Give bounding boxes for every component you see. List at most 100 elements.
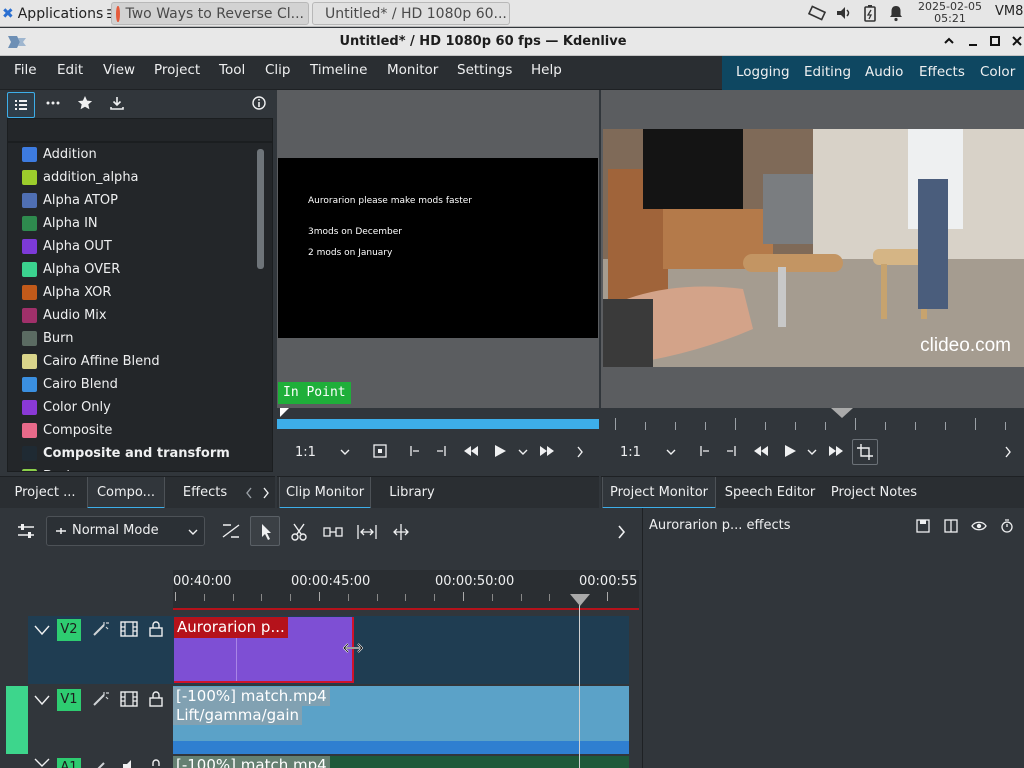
- timeline-playhead-line[interactable]: [579, 594, 580, 768]
- layout-editing[interactable]: Editing: [804, 56, 851, 90]
- playhead-marker[interactable]: [831, 408, 853, 418]
- tab-clip-monitor[interactable]: Clip Monitor: [279, 477, 371, 509]
- tab-library[interactable]: Library: [377, 477, 447, 509]
- selection-tool-button[interactable]: [250, 516, 280, 546]
- chevron-down-icon[interactable]: [339, 446, 351, 458]
- tab-speech-editor[interactable]: Speech Editor: [721, 477, 819, 509]
- multitrack-icon[interactable]: [220, 521, 242, 541]
- timeline-playhead-handle[interactable]: [570, 594, 590, 606]
- composition-item[interactable]: Cairo Affine Blend: [8, 350, 272, 373]
- project-zoom-select[interactable]: 1:1: [620, 445, 641, 460]
- menu-view[interactable]: View: [103, 56, 135, 90]
- track-label-v1[interactable]: V1: [57, 689, 81, 711]
- lock-track-icon[interactable]: [148, 758, 164, 768]
- edit-mode-crop-button[interactable]: [852, 439, 878, 465]
- menu-help[interactable]: Help: [531, 56, 562, 90]
- lock-track-icon[interactable]: [148, 690, 164, 708]
- tab-compositions[interactable]: Compo...: [87, 477, 165, 509]
- effects-wand-icon[interactable]: [91, 758, 109, 768]
- menu-timeline[interactable]: Timeline: [310, 56, 367, 90]
- set-in-point-icon[interactable]: [697, 444, 711, 458]
- menu-settings[interactable]: Settings: [457, 56, 512, 90]
- composition-search-input[interactable]: [7, 118, 273, 142]
- play-options-chevron-icon[interactable]: [517, 446, 529, 458]
- save-effect-stack-icon[interactable]: [916, 519, 930, 533]
- ripple-tool-icon[interactable]: [356, 522, 378, 542]
- menu-clip[interactable]: Clip: [265, 56, 291, 90]
- composition-item[interactable]: Composite: [8, 419, 272, 442]
- clip-monitor-viewport[interactable]: Aurorarion please make mods faster 3mods…: [277, 90, 599, 408]
- composition-item[interactable]: Addition: [8, 143, 272, 166]
- tab-project-bin[interactable]: Project ...: [6, 477, 84, 509]
- network-icon[interactable]: [808, 4, 826, 22]
- battery-icon[interactable]: [862, 4, 878, 22]
- volume-icon[interactable]: [835, 4, 853, 22]
- list-view-button[interactable]: [7, 92, 35, 118]
- rewind-icon[interactable]: [753, 444, 769, 458]
- clip-a1-match[interactable]: [-100%] match.mp4: [173, 756, 629, 768]
- fast-forward-icon[interactable]: [828, 444, 844, 458]
- composition-item[interactable]: Color Only: [8, 396, 272, 419]
- layout-effects[interactable]: Effects: [919, 56, 965, 90]
- more-chevron-right-icon[interactable]: [575, 445, 585, 459]
- composition-item[interactable]: Alpha ATOP: [8, 189, 272, 212]
- menu-tool[interactable]: Tool: [219, 56, 245, 90]
- menu-file[interactable]: File: [14, 56, 37, 90]
- set-out-point-icon[interactable]: [435, 444, 449, 458]
- tab-effects[interactable]: Effects: [172, 477, 238, 509]
- clip-zoom-select[interactable]: 1:1: [295, 445, 316, 460]
- collapse-track-icon[interactable]: [34, 758, 50, 768]
- target-track-indicator[interactable]: [6, 686, 28, 754]
- composition-item[interactable]: Cairo Blend: [8, 373, 272, 396]
- more-options-icon[interactable]: [44, 96, 62, 110]
- applications-menu[interactable]: ✖ Applications ☰: [2, 2, 112, 25]
- taskbar-tab-kdenlive[interactable]: Untitled* / HD 1080p 60...: [312, 2, 510, 25]
- download-icon[interactable]: [109, 95, 125, 111]
- rewind-icon[interactable]: [463, 444, 479, 458]
- lock-track-icon[interactable]: [148, 620, 164, 638]
- razor-tool-icon[interactable]: [289, 522, 309, 542]
- play-icon[interactable]: [783, 444, 797, 458]
- clock[interactable]: 2025-02-05 05:21: [912, 0, 988, 27]
- timer-keyframe-icon[interactable]: [1000, 519, 1014, 533]
- composition-item[interactable]: Alpha XOR: [8, 281, 272, 304]
- layout-color[interactable]: Color: [980, 56, 1015, 90]
- effects-wand-icon[interactable]: [91, 690, 109, 708]
- effects-wand-icon[interactable]: [91, 620, 109, 638]
- play-options-chevron-icon[interactable]: [806, 446, 818, 458]
- composition-item[interactable]: Composite and transform: [8, 442, 272, 465]
- composition-item[interactable]: Audio Mix: [8, 304, 272, 327]
- menu-project[interactable]: Project: [154, 56, 200, 90]
- info-icon[interactable]: [251, 95, 267, 111]
- play-icon[interactable]: [493, 444, 507, 458]
- track-label-v2[interactable]: V2: [57, 619, 81, 641]
- timeline-settings-icon[interactable]: [16, 522, 36, 540]
- tab-scroll-left-icon[interactable]: [244, 486, 254, 500]
- hide-track-film-icon[interactable]: [119, 620, 139, 638]
- chevron-down-icon[interactable]: [665, 446, 677, 458]
- project-monitor-ruler[interactable]: [601, 408, 1024, 430]
- maximize-icon[interactable]: [988, 34, 1002, 48]
- minimize-icon[interactable]: [966, 34, 980, 48]
- tab-project-monitor[interactable]: Project Monitor: [602, 477, 716, 509]
- edit-mode-select[interactable]: Normal Mode: [46, 516, 205, 546]
- taskbar-tab-browser[interactable]: Two Ways to Reverse Cl...: [111, 2, 309, 25]
- close-icon[interactable]: [1010, 34, 1024, 48]
- favorites-star-icon[interactable]: [77, 95, 93, 111]
- toolbar-more-chevron-icon[interactable]: [616, 524, 626, 540]
- menu-edit[interactable]: Edit: [57, 56, 83, 90]
- clip-v2-title[interactable]: Aurorarion p...: [174, 617, 354, 683]
- compare-split-icon[interactable]: [944, 519, 958, 533]
- slip-tool-icon[interactable]: [390, 522, 412, 542]
- collapse-icon[interactable]: [942, 34, 956, 48]
- tab-project-notes[interactable]: Project Notes: [827, 477, 921, 509]
- collapse-track-icon[interactable]: [34, 694, 50, 706]
- composition-item[interactable]: Alpha OVER: [8, 258, 272, 281]
- composition-item[interactable]: Alpha OUT: [8, 235, 272, 258]
- clip-monitor-ruler[interactable]: [277, 408, 599, 430]
- clip-v1-match[interactable]: [-100%] match.mp4 Lift/gamma/gain: [173, 686, 629, 754]
- spacer-tool-icon[interactable]: [322, 522, 344, 542]
- more-chevron-right-icon[interactable]: [1003, 445, 1013, 459]
- composition-item[interactable]: Burn: [8, 327, 272, 350]
- set-out-point-icon[interactable]: [725, 444, 739, 458]
